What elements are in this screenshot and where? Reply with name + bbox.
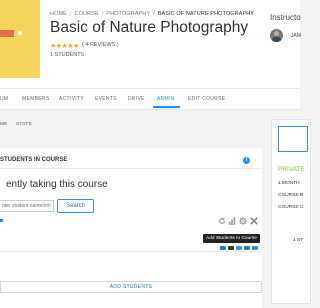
thumbnail-stripe	[0, 30, 14, 37]
settings-icon[interactable]	[239, 217, 247, 227]
course-duration: 1 MONTH	[278, 181, 300, 186]
info-icon[interactable]: i	[243, 157, 250, 164]
add-students-label[interactable]: ADD STUDENTS	[0, 284, 262, 290]
tab-edit-course[interactable]: EDIT COURSE	[188, 96, 225, 102]
tab-events[interactable]: EVENTS	[95, 96, 117, 102]
edit-icon[interactable]	[236, 246, 242, 250]
instructor-label: Instructo	[270, 13, 301, 22]
active-tab-indicator	[153, 106, 180, 108]
tab-members[interactable]: MEMBERS	[22, 96, 49, 102]
breadcrumb-separator: /	[101, 11, 104, 17]
breadcrumb-current: BASIC OF NATURE PHOTOGRAPHY	[157, 11, 255, 17]
instructor-avatar[interactable]	[270, 29, 283, 42]
subtab-stats[interactable]: STATS	[16, 122, 32, 127]
breadcrumb-photography[interactable]: PHOTOGRAPHY	[106, 11, 150, 17]
user-icon[interactable]	[228, 246, 234, 250]
students-count: 1 STUDENTS	[50, 52, 85, 58]
private-badge: PRIVATE	[278, 166, 305, 173]
breadcrumb-home[interactable]: HOME	[50, 11, 67, 17]
students-taking-heading: ently taking this course	[6, 179, 108, 190]
course-badge: COURSE B	[278, 193, 304, 198]
avatar-head	[274, 31, 279, 36]
breadcrumb-separator: /	[69, 11, 72, 17]
sidebar-stat: 1 ST	[293, 238, 304, 243]
remove-icon[interactable]	[244, 246, 250, 250]
course-thumbnail[interactable]	[0, 0, 40, 78]
breadcrumb-separator: /	[153, 11, 155, 17]
refresh-icon[interactable]	[218, 217, 226, 227]
breadcrumb: HOME / COURSE / PHOTOGRAPHY / BASIC OF NATURE …	[50, 11, 254, 17]
instructor-name[interactable]: JAM	[291, 33, 301, 39]
section-heading: STUDENTS IN COURSE	[0, 157, 68, 163]
view-icon[interactable]	[252, 246, 258, 250]
course-tabs: UM MEMBERS ACTIVITY EVENTS DRIVE ADMIN E…	[0, 88, 300, 110]
message-icon[interactable]	[220, 246, 226, 250]
tab-drive[interactable]: DRIVE	[128, 96, 145, 102]
thumbnail-dot	[18, 31, 22, 35]
course-title: Basic of Nature Photography	[50, 19, 249, 36]
sidebar-action-button[interactable]	[278, 126, 308, 152]
student-row-divider	[0, 251, 262, 252]
tab-forum[interactable]: UM	[0, 96, 8, 102]
student-search-input[interactable]	[0, 200, 54, 212]
close-icon[interactable]	[250, 217, 258, 227]
stats-icon[interactable]	[228, 217, 236, 227]
search-button[interactable]: Search	[57, 199, 94, 213]
avatar-body	[272, 37, 281, 42]
tab-admin[interactable]: ADMIN	[157, 96, 175, 102]
reviews-count[interactable]: ( 4 REVIEWS )	[82, 42, 119, 48]
add-students-tooltip: Add Students to Course	[203, 234, 260, 243]
course-certificate: COURSE C	[278, 205, 304, 210]
breadcrumb-course[interactable]: COURSE	[75, 11, 99, 17]
divider	[0, 168, 262, 169]
tab-activity[interactable]: ACTIVITY	[59, 96, 84, 102]
star-rating: ★★★★★	[50, 43, 79, 50]
select-all-link[interactable]	[0, 219, 3, 222]
subtab-members[interactable]: ME	[0, 122, 8, 127]
